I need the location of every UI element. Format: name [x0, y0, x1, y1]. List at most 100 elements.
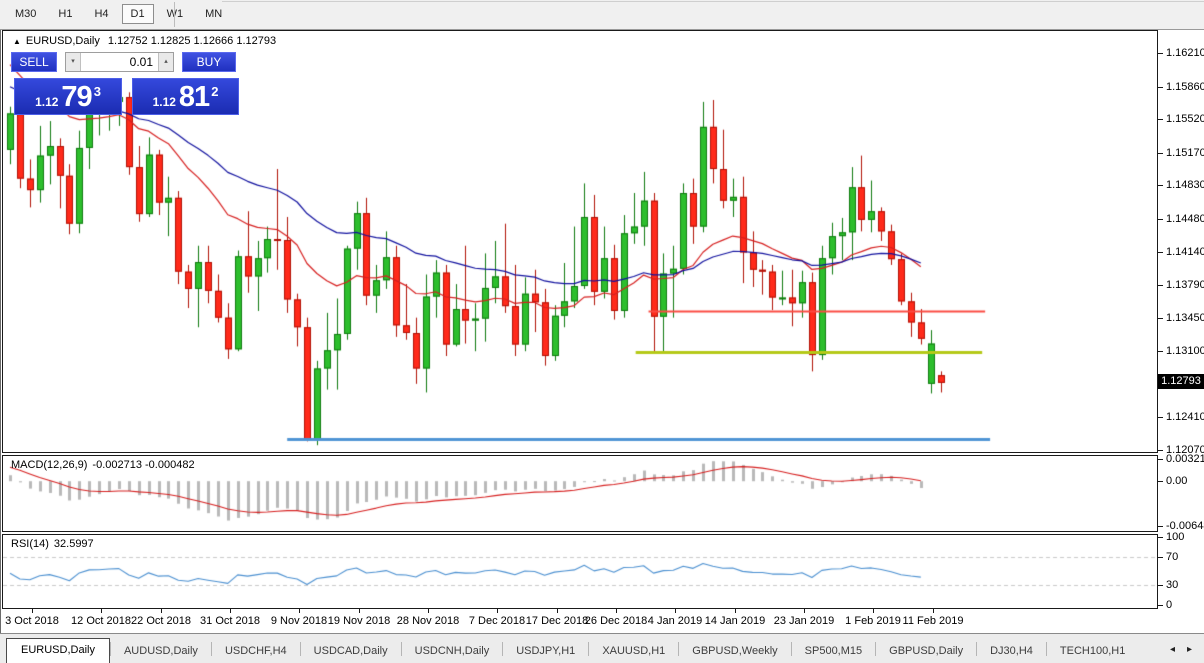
- timeframe-button-d1[interactable]: D1: [121, 4, 154, 24]
- sell-price-big-digits: 79: [61, 81, 92, 113]
- lot-size-input[interactable]: [81, 53, 158, 71]
- price-axis-label: 1.15860: [1166, 81, 1204, 93]
- sell-price-button[interactable]: 1.12 79 3: [14, 78, 122, 115]
- timeframe-button-h4[interactable]: H4: [85, 4, 117, 24]
- macd-axis-label-tick: [1158, 459, 1163, 460]
- date-axis-tick: [299, 609, 300, 613]
- rsi-axis-label: 100: [1166, 531, 1185, 543]
- triangle-down-icon: ▾: [71, 58, 75, 65]
- date-axis-tick: [359, 609, 360, 613]
- date-axis-tick: [804, 609, 805, 613]
- timeframe-button-h1[interactable]: H1: [49, 4, 81, 24]
- date-axis[interactable]: 3 Oct 2018 12 Oct 2018 22 Oct 2018 31 Oct 2…: [2, 609, 1204, 633]
- price-axis-label: 1.14140: [1166, 246, 1204, 258]
- chart-tab-usdcnh-daily[interactable]: USDCNH,Daily: [402, 640, 503, 663]
- chart-tab-sp500-m15[interactable]: SP500,M15: [792, 640, 875, 663]
- date-axis-label: 14 Jan 2019: [704, 615, 766, 627]
- date-axis-label: 17 Dec 2018: [525, 615, 589, 627]
- timeframe-buttons: M30H1H4D1W1MN: [6, 4, 235, 24]
- price-chart-pane: ▲ EURUSD,Daily 1.12752 1.12825 1.12666 1.1…: [2, 30, 1158, 453]
- macd-axis-label: 0.00: [1166, 475, 1188, 487]
- rsi-axis-label-tick: [1158, 585, 1163, 586]
- date-axis-tick: [557, 609, 558, 613]
- timeframe-toolbar: M30H1H4D1W1MN: [0, 0, 1204, 30]
- price-axis-label-tick: [1158, 153, 1163, 154]
- chart-tab-usdchf-h4[interactable]: USDCHF,H4: [212, 640, 300, 663]
- chart-tab-eurusd-daily[interactable]: EURUSD,Daily: [6, 638, 110, 663]
- buy-button[interactable]: BUY: [182, 52, 236, 72]
- price-axis-label-tick: [1158, 119, 1163, 120]
- date-axis-tick: [735, 609, 736, 613]
- chart-tab-audusd-daily[interactable]: AUDUSD,Daily: [111, 640, 211, 663]
- chart-tab-dj30-h4[interactable]: DJ30,H4: [977, 640, 1046, 663]
- lot-decrease-button[interactable]: ▾: [66, 53, 81, 71]
- tab-scroll-controls: ◂ ▸: [1164, 642, 1198, 657]
- date-axis-tick: [32, 609, 33, 613]
- chart-ohlc-values: 1.12752 1.12825 1.12666 1.12793: [107, 35, 277, 47]
- price-axis-label-tick: [1158, 53, 1163, 54]
- chart-tab-gbpusd-daily[interactable]: GBPUSD,Daily: [876, 640, 976, 663]
- triangle-up-icon: ▴: [164, 58, 168, 65]
- timeframe-button-mn[interactable]: MN: [196, 4, 231, 24]
- tab-scroll-right-icon[interactable]: ▸: [1181, 642, 1198, 657]
- date-axis-label: 7 Dec 2018: [468, 615, 526, 627]
- date-axis-label: 22 Oct 2018: [131, 615, 191, 627]
- price-axis-label-tick: [1158, 450, 1163, 451]
- price-axis-label-tick: [1158, 417, 1163, 418]
- chart-tab-usdjpy-h1[interactable]: USDJPY,H1: [503, 640, 588, 663]
- price-axis-label: 1.13790: [1166, 279, 1204, 291]
- macd-values: -0.002713 -0.000482: [92, 459, 195, 471]
- toolbar-topline: [222, 1, 1204, 2]
- lot-size-spinner: ▾ ▴: [65, 52, 174, 72]
- rsi-axis-label: 30: [1166, 579, 1179, 591]
- one-click-trade-panel: SELL ▾ ▴ BUY 1.12 79 3 1.12 81 2: [11, 52, 243, 115]
- rsi-name: RSI(14): [11, 538, 49, 550]
- chart-tab-tech100-h1[interactable]: TECH100,H1: [1047, 640, 1138, 663]
- chart-tab-xauusd-h1[interactable]: XAUUSD,H1: [589, 640, 678, 663]
- price-axis-label: 1.15170: [1166, 147, 1204, 159]
- price-axis-label: 1.16210: [1166, 47, 1204, 59]
- date-axis-label: 28 Nov 2018: [396, 615, 460, 627]
- date-axis-tick: [616, 609, 617, 613]
- date-axis-label: 9 Nov 2018: [270, 615, 328, 627]
- macd-axis-label-tick: [1158, 481, 1163, 482]
- price-axis-label-tick: [1158, 285, 1163, 286]
- date-axis-label: 23 Jan 2019: [773, 615, 835, 627]
- timeframe-button-m30[interactable]: M30: [6, 4, 45, 24]
- date-axis-label: 11 Feb 2019: [902, 615, 964, 627]
- date-axis-tick: [675, 609, 676, 613]
- date-axis-tick: [497, 609, 498, 613]
- price-axis[interactable]: 1.16210 1.15860 1.15520 1.15170 1.14830 1.144…: [1158, 30, 1204, 611]
- chart-tab-gbpusd-weekly[interactable]: GBPUSD,Weekly: [679, 640, 790, 663]
- sell-price-prefix: 1.12: [35, 95, 59, 109]
- chart-tab-usdcad-daily[interactable]: USDCAD,Daily: [301, 640, 401, 663]
- price-axis-label: 1.14830: [1166, 179, 1204, 191]
- tab-scroll-left-icon[interactable]: ◂: [1164, 642, 1181, 657]
- price-axis-label: 1.14480: [1166, 213, 1204, 225]
- macd-axis-label-tick: [1158, 526, 1163, 527]
- price-axis-label: 1.13100: [1166, 345, 1204, 357]
- rsi-canvas[interactable]: [3, 535, 1157, 608]
- date-axis-tick: [101, 609, 102, 613]
- chart-symbol-label: EURUSD,Daily: [25, 35, 100, 47]
- buy-price-button[interactable]: 1.12 81 2: [132, 78, 239, 115]
- chart-ohlc-title: ▲ EURUSD,Daily 1.12752 1.12825 1.12666 1.1…: [13, 35, 276, 47]
- date-axis-label: 19 Nov 2018: [327, 615, 391, 627]
- date-axis-tick: [428, 609, 429, 613]
- date-axis-label: 31 Oct 2018: [200, 615, 260, 627]
- chart-tab-bar: EURUSD,Daily AUDUSD,Daily USDCHF,H4 USDCAD,…: [0, 633, 1204, 663]
- macd-axis-label: 0.003216: [1166, 453, 1204, 465]
- rsi-label: RSI(14) 32.5997: [11, 538, 94, 550]
- date-axis-label: 3 Oct 2018: [5, 615, 59, 627]
- lot-increase-button[interactable]: ▴: [158, 53, 173, 71]
- window-left-border: [0, 30, 1, 663]
- macd-indicator-pane: MACD(12,26,9) -0.002713 -0.000482: [2, 455, 1158, 532]
- price-axis-label-tick: [1158, 185, 1163, 186]
- rsi-axis-label: 70: [1166, 551, 1179, 563]
- macd-label: MACD(12,26,9) -0.002713 -0.000482: [11, 459, 195, 471]
- sell-button[interactable]: SELL: [11, 52, 57, 72]
- rsi-axis-label-tick: [1158, 557, 1163, 558]
- price-axis-label-tick: [1158, 87, 1163, 88]
- date-axis-label: 4 Jan 2019: [647, 615, 703, 627]
- date-axis-tick: [230, 609, 231, 613]
